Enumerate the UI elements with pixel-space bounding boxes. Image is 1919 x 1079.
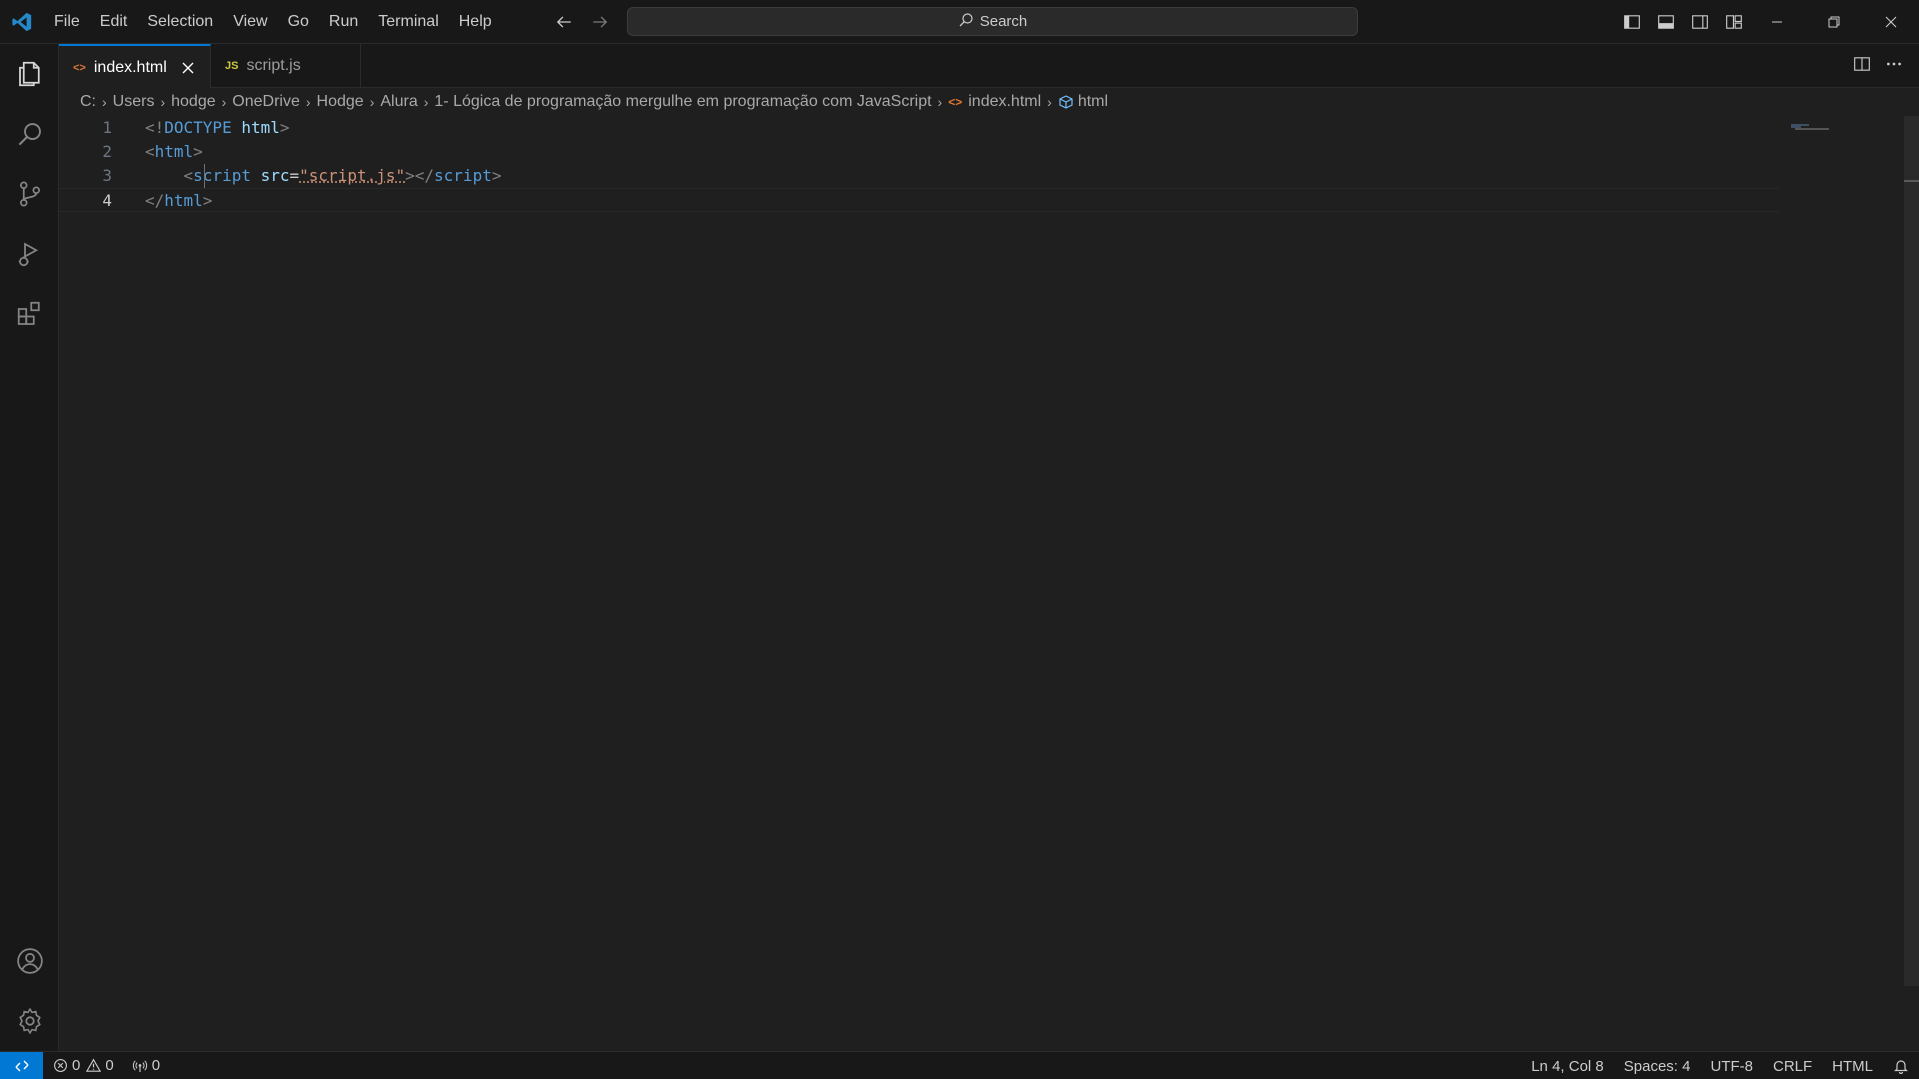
- breadcrumb-users[interactable]: Users: [113, 93, 155, 111]
- menu-edit[interactable]: Edit: [90, 0, 138, 44]
- tab-index-html[interactable]: <> index.html: [59, 44, 211, 89]
- navigation-arrows: [552, 0, 612, 44]
- arrow-right-icon[interactable]: [588, 10, 612, 34]
- breadcrumb-drive[interactable]: C:: [80, 93, 96, 111]
- warning-icon: [86, 1058, 102, 1072]
- close-icon[interactable]: [181, 59, 196, 77]
- problems-status[interactable]: 0 0: [53, 1057, 114, 1074]
- chevron-right-icon: ›: [369, 94, 375, 110]
- chevron-right-icon: ›: [1047, 94, 1052, 110]
- warnings-count: 0: [86, 1057, 114, 1074]
- ports-count: 0: [132, 1057, 160, 1074]
- breadcrumb-hodge[interactable]: hodge: [171, 93, 216, 111]
- editor-tabs: <> index.html JS script.js: [59, 44, 1919, 89]
- chevron-right-icon: ›: [160, 94, 166, 110]
- code-editor[interactable]: 1 <!DOCTYPE html> 2 <html> 3 <script src…: [59, 116, 1899, 1051]
- title-bar: File Edit Selection View Go Run Terminal…: [0, 0, 1919, 44]
- code-line: 2 <html>: [59, 140, 1779, 164]
- accounts-icon[interactable]: [0, 931, 59, 991]
- layout-controls: [1620, 0, 1746, 44]
- status-bar: 0 0 0 Ln 4, Col 8 Spaces: 4 UTF-8 CRLF H…: [0, 1051, 1919, 1079]
- tab-label: index.html: [93, 58, 167, 76]
- tab-script-js[interactable]: JS script.js: [211, 44, 361, 88]
- restore-icon[interactable]: [1805, 0, 1862, 44]
- menu-terminal[interactable]: Terminal: [368, 0, 448, 44]
- line-number: 4: [102, 191, 112, 210]
- js-file-icon: JS: [225, 60, 239, 72]
- explorer-icon[interactable]: [0, 44, 59, 104]
- editor-actions: [1853, 44, 1903, 88]
- error-icon: [54, 1059, 67, 1072]
- search-icon: [958, 12, 974, 32]
- end-of-line[interactable]: CRLF: [1773, 1058, 1812, 1075]
- settings-gear-icon[interactable]: [0, 991, 59, 1051]
- chevron-right-icon: ›: [937, 94, 943, 110]
- cursor-position[interactable]: Ln 4, Col 8: [1531, 1058, 1604, 1075]
- menu-help[interactable]: Help: [449, 0, 502, 44]
- status-right: Ln 4, Col 8 Spaces: 4 UTF-8 CRLF HTML: [1531, 1052, 1909, 1079]
- breadcrumb-onedrive[interactable]: OneDrive: [232, 93, 300, 111]
- search-view-icon[interactable]: [0, 104, 59, 164]
- tab-label: script.js: [246, 57, 301, 74]
- vscode-logo-icon: [0, 0, 44, 44]
- source-control-icon[interactable]: [0, 164, 59, 224]
- breadcrumb-alura[interactable]: Alura: [380, 93, 417, 111]
- toggle-sidebar-icon[interactable]: [1620, 10, 1644, 34]
- bell-icon[interactable]: [1893, 1058, 1909, 1074]
- menu-view[interactable]: View: [223, 0, 277, 44]
- code-line: 1 <!DOCTYPE html>: [59, 116, 1779, 140]
- breadcrumb-file[interactable]: index.html: [968, 93, 1041, 111]
- language-mode[interactable]: HTML: [1832, 1058, 1873, 1075]
- run-debug-icon[interactable]: [0, 224, 59, 284]
- errors-count: 0: [53, 1057, 80, 1074]
- symbol-element-icon: [1058, 94, 1074, 110]
- code-text: <!DOCTYPE html>: [145, 118, 290, 137]
- split-editor-icon[interactable]: [1853, 55, 1871, 77]
- menu-file[interactable]: File: [44, 0, 90, 44]
- encoding[interactable]: UTF-8: [1710, 1058, 1753, 1075]
- html-file-icon: <>: [73, 61, 86, 74]
- activity-bar: [0, 44, 59, 1051]
- code-text: <html>: [145, 142, 203, 161]
- breadcrumb-hodge-folder[interactable]: Hodge: [317, 93, 364, 111]
- code-line: 3 <script src="script.js"></script>: [59, 164, 1779, 188]
- close-icon[interactable]: [1862, 0, 1919, 44]
- menu-run[interactable]: Run: [319, 0, 368, 44]
- remote-icon[interactable]: [0, 1051, 43, 1079]
- code-text: <script src="script.js"></script>: [183, 166, 502, 185]
- menu-go[interactable]: Go: [278, 0, 319, 44]
- search-label: Search: [979, 13, 1028, 30]
- code-text: </html>: [145, 191, 213, 210]
- more-actions-icon[interactable]: [1885, 55, 1903, 77]
- minimize-icon[interactable]: [1748, 0, 1805, 44]
- code-line-current: 4 </html>: [59, 188, 1779, 212]
- vertical-scrollbar[interactable]: [1904, 116, 1919, 986]
- line-number: 2: [102, 142, 112, 161]
- line-number: 3: [102, 166, 112, 185]
- chevron-right-icon: ›: [221, 94, 227, 110]
- html-file-icon: <>: [948, 95, 963, 109]
- command-center-search[interactable]: Search: [627, 7, 1358, 36]
- customize-layout-icon[interactable]: [1722, 10, 1746, 34]
- ports-icon: [132, 1060, 147, 1073]
- line-number: 1: [102, 118, 112, 137]
- breadcrumb: C: › Users › hodge › OneDrive › Hodge › …: [80, 90, 1108, 114]
- breadcrumb-course-folder[interactable]: 1- Lógica de programação mergulhe em pro…: [434, 93, 931, 111]
- minimap[interactable]: [1791, 117, 1831, 130]
- extensions-icon[interactable]: [0, 284, 59, 344]
- chevron-right-icon: ›: [305, 94, 311, 110]
- indentation[interactable]: Spaces: 4: [1624, 1058, 1691, 1075]
- breadcrumb-symbol[interactable]: html: [1078, 93, 1108, 111]
- chevron-right-icon: ›: [102, 94, 107, 110]
- arrow-left-icon[interactable]: [552, 10, 576, 34]
- toggle-secondary-sidebar-icon[interactable]: [1688, 10, 1712, 34]
- window-controls: [1748, 0, 1919, 44]
- ports-status[interactable]: 0: [132, 1057, 160, 1074]
- scrollbar-cursor-marker: [1904, 180, 1919, 182]
- menu-bar: File Edit Selection View Go Run Terminal…: [44, 0, 502, 44]
- menu-selection[interactable]: Selection: [137, 0, 223, 44]
- toggle-panel-icon[interactable]: [1654, 10, 1678, 34]
- chevron-right-icon: ›: [423, 94, 429, 110]
- indent-guide: [204, 164, 205, 188]
